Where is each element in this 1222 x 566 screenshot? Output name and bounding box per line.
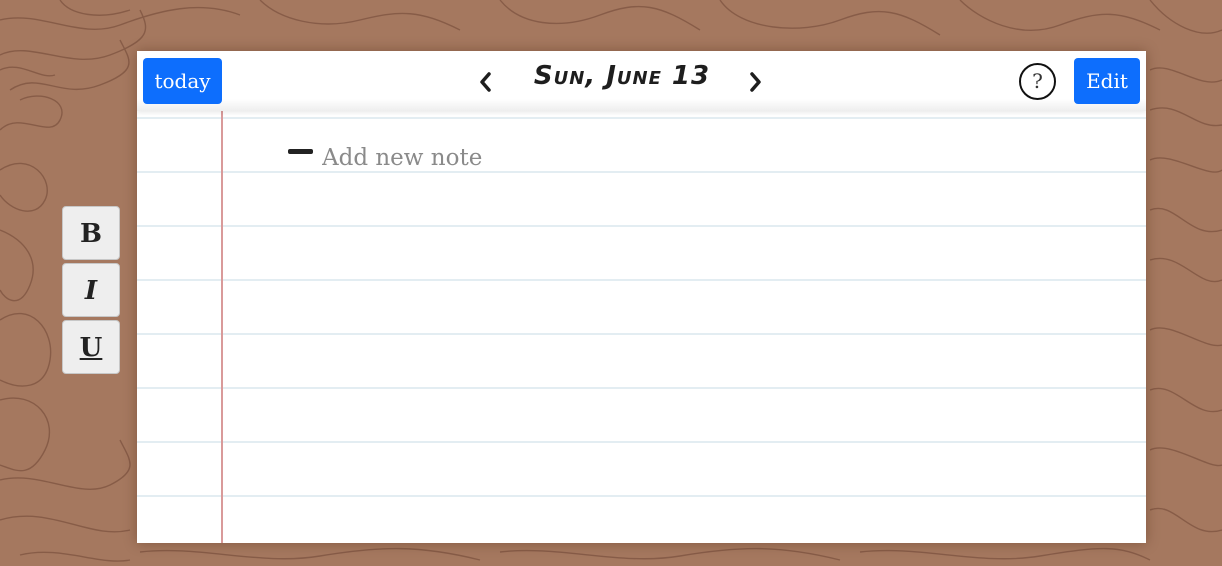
rule-line — [137, 387, 1146, 389]
today-button[interactable]: today — [143, 58, 222, 104]
underline-button[interactable]: U — [62, 320, 120, 374]
help-button[interactable]: ? — [1019, 63, 1056, 100]
rule-line — [137, 117, 1146, 119]
rule-line — [137, 333, 1146, 335]
rule-line — [137, 225, 1146, 227]
question-icon: ? — [1032, 69, 1043, 93]
bold-button[interactable]: B — [62, 206, 120, 260]
date-title: Sun, June 13 — [533, 61, 711, 91]
margin-line — [221, 111, 223, 543]
lined-paper — [137, 111, 1146, 543]
rule-line — [137, 495, 1146, 497]
edit-button[interactable]: Edit — [1074, 58, 1140, 104]
rule-line — [137, 279, 1146, 281]
notebook-page: today Sun, June 13 ? Edit — [137, 51, 1146, 543]
chevron-left-icon[interactable] — [474, 68, 498, 96]
rule-line — [137, 441, 1146, 443]
note-bullet-dash — [288, 149, 313, 154]
header-bar: today Sun, June 13 ? Edit — [137, 51, 1146, 111]
chevron-right-icon[interactable] — [743, 68, 767, 96]
italic-button[interactable]: I — [62, 263, 120, 317]
new-note-input[interactable] — [322, 141, 922, 175]
